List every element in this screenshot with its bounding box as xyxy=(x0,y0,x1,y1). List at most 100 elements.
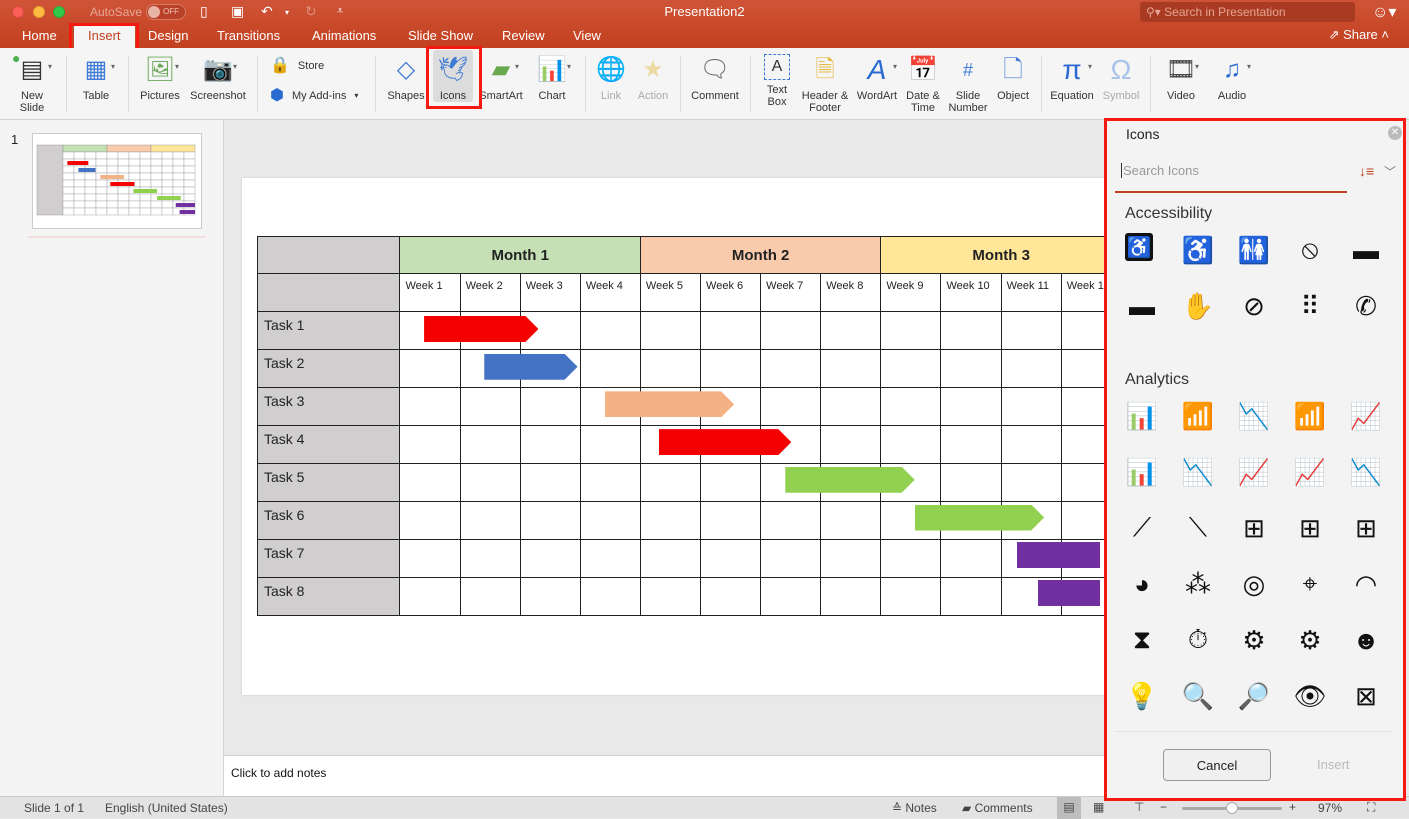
video-dropdown-icon[interactable]: ▾ xyxy=(1195,62,1199,71)
smartart-dropdown-icon[interactable]: ▾ xyxy=(515,62,519,71)
line-trend-up-left-icon[interactable]: 📈 xyxy=(1237,455,1271,489)
subtitles-icon[interactable]: ▬ xyxy=(1125,289,1159,323)
bar-chart-downward-icon[interactable]: 📉 xyxy=(1237,399,1271,433)
date-time-button[interactable]: 📅 Date & Time xyxy=(902,54,944,115)
bar-chart-upward-down-icon[interactable]: 📶 xyxy=(1293,399,1327,433)
zoom-in-button[interactable]: + xyxy=(1289,800,1296,814)
store-button[interactable]: 🔒 Store xyxy=(270,58,324,74)
vision-impaired-icon[interactable]: ⊘ xyxy=(1237,289,1271,323)
task-bar[interactable] xyxy=(785,467,914,493)
gear-icon[interactable]: ⚙ xyxy=(1237,623,1271,657)
pie-chart-icon[interactable]: ◕ xyxy=(1125,567,1159,601)
bar-chart-upward-icon[interactable]: 📈 xyxy=(1349,399,1383,433)
eye-icon[interactable]: 👁 xyxy=(1293,679,1327,713)
line-trend-down-left-icon[interactable]: 📉 xyxy=(1349,455,1383,489)
language-status[interactable]: English (United States) xyxy=(105,801,228,815)
slide-number-button[interactable]: # Slide Number xyxy=(946,54,990,114)
screenshot-button[interactable]: 📷 Screenshot xyxy=(188,54,248,103)
tab-animations[interactable]: Animations xyxy=(312,27,376,44)
my-addins-button[interactable]: ⬢ My Add-ins ▾ xyxy=(270,88,358,104)
share-button[interactable]: ⇗ Share ˄ xyxy=(1329,27,1389,43)
new-slide-dropdown-icon[interactable]: ▾ xyxy=(48,62,52,71)
line-chart-down-icon[interactable]: ⟍ xyxy=(1181,511,1215,545)
braille-icon[interactable]: ⠿ xyxy=(1293,289,1327,323)
equation-dropdown-icon[interactable]: ▾ xyxy=(1088,62,1092,71)
gantt-table[interactable]: Month 1 Month 2 Month 3 Week 1 Week 2 Week… xyxy=(256,236,1122,616)
line-trend-up-icon[interactable]: 📈 xyxy=(1293,455,1327,489)
restroom-accessible-icon[interactable]: 🚻 xyxy=(1237,233,1271,267)
strategy-board-icon[interactable]: ⊠ xyxy=(1349,679,1383,713)
shapes-button[interactable]: ◇ Shapes xyxy=(385,54,427,103)
presentation-chart-icon[interactable]: ⊞ xyxy=(1293,511,1327,545)
gauge-icon[interactable]: ◠ xyxy=(1349,567,1383,601)
sign-language-icon[interactable]: ✋ xyxy=(1181,289,1215,323)
slide-thumbnail[interactable] xyxy=(32,133,202,229)
comments-toggle-button[interactable]: ▰ Comments xyxy=(962,801,1033,815)
presentation-bar-chart-icon[interactable]: ⊞ xyxy=(1237,511,1271,545)
hourglass-icon[interactable]: ⧗ xyxy=(1125,623,1159,657)
task-bar[interactable] xyxy=(1038,579,1100,606)
lightbulb-icon[interactable]: 💡 xyxy=(1125,679,1159,713)
tab-design[interactable]: Design xyxy=(148,27,188,44)
presentation-pie-chart-icon[interactable]: ⊞ xyxy=(1349,511,1383,545)
tab-slide-show[interactable]: Slide Show xyxy=(408,27,473,44)
audio-button[interactable]: ♫ Audio xyxy=(1212,54,1252,103)
bar-chart-ascending-icon[interactable]: 📶 xyxy=(1181,399,1215,433)
task-bar[interactable] xyxy=(424,316,538,342)
task-bar[interactable] xyxy=(659,429,791,455)
magnifying-glass-icon[interactable]: 🔍 xyxy=(1181,679,1215,713)
line-chart-icon[interactable]: ⟋ xyxy=(1125,511,1159,545)
object-button[interactable]: 🗋 Object xyxy=(993,54,1033,103)
wordart-dropdown-icon[interactable]: ▾ xyxy=(893,62,897,71)
chart-dropdown-icon[interactable]: ▾ xyxy=(567,62,571,71)
collapse-ribbon-icon[interactable]: ˄ xyxy=(1381,27,1389,42)
close-dialog-icon[interactable]: ✕ xyxy=(1388,126,1402,140)
zoom-slider-handle[interactable] xyxy=(1226,802,1238,814)
tab-home[interactable]: Home xyxy=(22,27,57,44)
head-gears-icon[interactable]: ☻ xyxy=(1349,623,1383,657)
tab-transitions[interactable]: Transitions xyxy=(217,27,280,44)
slide-sorter-button[interactable]: ▦ xyxy=(1093,800,1104,814)
comment-button[interactable]: 🗨 Comment xyxy=(688,54,742,103)
chart-button[interactable]: 📊 Chart xyxy=(532,54,572,103)
target-icon[interactable]: ◎ xyxy=(1237,567,1271,601)
presenter-view-button[interactable]: ⊤ xyxy=(1134,800,1144,814)
fit-to-window-button[interactable]: ⛶ xyxy=(1367,800,1375,815)
zoom-slider[interactable] xyxy=(1182,802,1282,814)
search-presentation-input[interactable]: ⚲▾ Search in Presentation xyxy=(1140,2,1355,22)
feedback-smiley-icon[interactable]: ☺▾ xyxy=(1372,2,1396,22)
task-bar[interactable] xyxy=(915,505,1044,531)
notes-toggle-button[interactable]: ≙ Notes xyxy=(892,801,937,815)
category-dropdown-chevron-icon[interactable]: ﹀ xyxy=(1384,163,1396,180)
cancel-button[interactable]: Cancel xyxy=(1163,749,1271,781)
zoom-level[interactable]: 97% xyxy=(1318,801,1342,815)
bar-chart-icon[interactable]: 📊 xyxy=(1125,399,1159,433)
header-footer-button[interactable]: 🗎 Header & Footer xyxy=(799,54,851,115)
tab-review[interactable]: Review xyxy=(502,27,545,44)
line-trend-down-icon[interactable]: 📉 xyxy=(1181,455,1215,489)
sort-icon[interactable]: ↓≡ xyxy=(1359,163,1374,179)
zoom-out-button[interactable]: − xyxy=(1160,800,1167,814)
task-bar[interactable] xyxy=(1017,542,1100,569)
tab-view[interactable]: View xyxy=(573,27,601,44)
stopwatch-icon[interactable]: ⏱ xyxy=(1181,623,1215,657)
search-icons-input[interactable]: Search Icons xyxy=(1115,157,1347,193)
pictures-dropdown-icon[interactable]: ▾ xyxy=(175,62,179,71)
magnifying-glass-pulse-icon[interactable]: 🔎 xyxy=(1237,679,1271,713)
venn-diagram-icon[interactable]: ⁂ xyxy=(1181,567,1215,601)
crosshair-icon[interactable]: ⌖ xyxy=(1293,567,1327,601)
task-bar[interactable] xyxy=(605,391,734,417)
phone-volume-icon[interactable]: ✆ xyxy=(1349,289,1383,323)
notes-field[interactable]: Click to add notes xyxy=(224,755,1104,796)
table-dropdown-icon[interactable]: ▾ xyxy=(111,62,115,71)
normal-view-button[interactable]: ▤ xyxy=(1057,797,1081,819)
slide-canvas[interactable]: Month 1 Month 2 Month 3 Week 1 Week 2 Week… xyxy=(242,178,1122,695)
gears-icon[interactable]: ⚙ xyxy=(1293,623,1327,657)
text-box-button[interactable]: A Text Box xyxy=(758,54,796,108)
task-bar[interactable] xyxy=(484,354,577,380)
audio-dropdown-icon[interactable]: ▾ xyxy=(1247,62,1251,71)
bar-chart-upward-left-icon[interactable]: 📊 xyxy=(1125,455,1159,489)
accessible-icon[interactable]: ♿ xyxy=(1125,233,1153,261)
hearing-impaired-icon[interactable]: ⦸ xyxy=(1293,233,1327,267)
closed-captioning-icon[interactable]: ▬ xyxy=(1349,233,1383,267)
